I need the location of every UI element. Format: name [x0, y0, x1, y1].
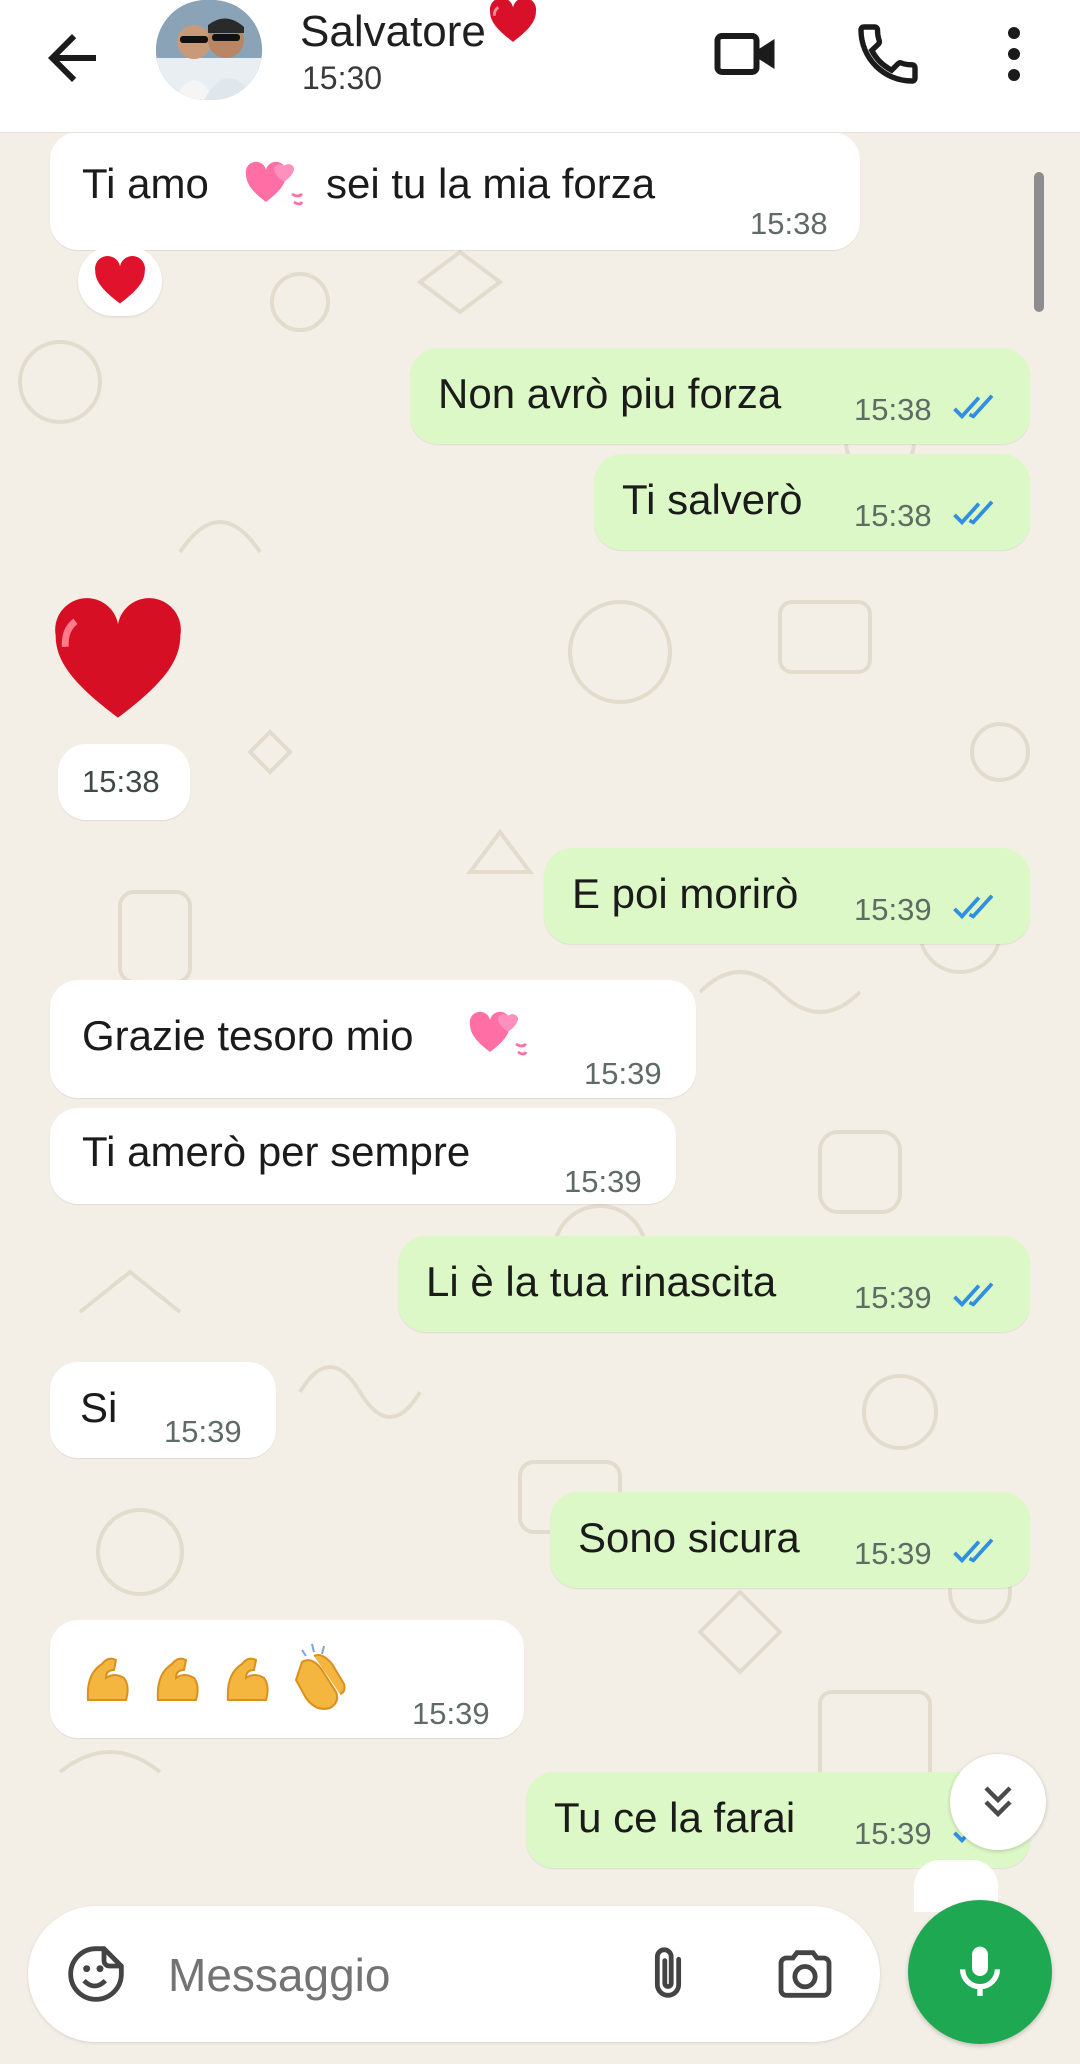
- message-time: 15:39: [412, 1696, 490, 1731]
- message-time: 15:39: [584, 1056, 662, 1091]
- avatar[interactable]: [156, 0, 262, 100]
- message-time: 15:39: [854, 1280, 932, 1315]
- message-bubble-incoming[interactable]: Ti amo sei tu la mia forza 15:38: [50, 132, 860, 250]
- message-bubble-incoming[interactable]: 15:39: [50, 1620, 524, 1738]
- contact-name-text: Salvatore: [300, 7, 486, 56]
- message-list[interactable]: Ti amo sei tu la mia forza 15:38 Non avr…: [0, 132, 1080, 1912]
- message-time: 15:38: [854, 392, 932, 427]
- message-time: 15:39: [854, 1816, 932, 1851]
- message-text: Tu ce la farai: [554, 1794, 796, 1841]
- message-text: Li è la tua rinascita: [426, 1258, 777, 1305]
- two-hearts-emoji: [469, 1011, 528, 1056]
- message-text: Grazie tesoro mio: [82, 1012, 414, 1059]
- message-text: E poi morirò: [572, 870, 799, 917]
- message-time: 15:39: [564, 1164, 642, 1199]
- scrollbar[interactable]: [1034, 172, 1044, 312]
- read-ticks-icon: [953, 394, 994, 420]
- message-composer[interactable]: Messaggio: [28, 1906, 880, 2042]
- message-time-chip: 15:38: [58, 744, 190, 820]
- message-bubble-outgoing[interactable]: Ti salverò 15:38: [594, 454, 1030, 550]
- last-seen-status: 15:30: [302, 60, 383, 96]
- message-time: 15:38: [82, 764, 160, 799]
- read-ticks-icon: [953, 894, 994, 920]
- message-text: Ti salverò: [622, 476, 803, 523]
- message-text: Si: [80, 1384, 118, 1431]
- message-bubble-outgoing[interactable]: E poi morirò 15:39: [544, 848, 1030, 944]
- message-bubble-incoming[interactable]: Ti amerò per sempre 15:39: [50, 1108, 676, 1204]
- two-hearts-emoji: [245, 161, 304, 206]
- message-text: Non avrò piu forza: [438, 370, 782, 417]
- phone-icon[interactable]: [852, 18, 924, 90]
- message-time: 15:39: [854, 892, 932, 927]
- flexed-biceps-x3-clapping-hands-emoji: [86, 1643, 346, 1710]
- message-time: 15:38: [854, 498, 932, 533]
- message-time: 15:38: [750, 206, 828, 241]
- mic-icon: [960, 1946, 1000, 1996]
- scroll-to-bottom-button[interactable]: [950, 1754, 1046, 1850]
- message-bubble-outgoing[interactable]: Non avrò piu forza 15:38: [410, 348, 1030, 444]
- read-ticks-icon: [953, 1282, 994, 1308]
- message-text: Ti amo: [82, 160, 209, 207]
- message-input[interactable]: Messaggio: [168, 1948, 390, 2002]
- big-heart-emoji[interactable]: [50, 598, 186, 724]
- camera-icon[interactable]: [772, 1942, 838, 2006]
- chat-header: Salvatore 15:30: [0, 0, 1080, 133]
- reaction-badge[interactable]: [78, 246, 162, 316]
- message-time: 15:39: [164, 1414, 242, 1449]
- message-bubble-incoming[interactable]: Si 15:39: [50, 1362, 276, 1458]
- message-bubble-outgoing[interactable]: Sono sicura 15:39: [550, 1492, 1030, 1588]
- message-text: Sono sicura: [578, 1514, 800, 1561]
- message-text-continued: sei tu la mia forza: [326, 160, 656, 207]
- video-call-icon[interactable]: [710, 18, 782, 90]
- message-text: Ti amerò per sempre: [82, 1128, 471, 1175]
- contact-name[interactable]: Salvatore: [300, 0, 538, 57]
- heart-emoji: [489, 0, 536, 42]
- read-ticks-icon: [953, 1538, 994, 1564]
- message-bubble-outgoing[interactable]: Li è la tua rinascita 15:39: [398, 1236, 1030, 1332]
- message-time: 15:39: [854, 1536, 932, 1571]
- heart-emoji: [95, 256, 145, 304]
- more-vertical-icon[interactable]: [978, 18, 1050, 90]
- message-bubble-incoming[interactable]: Grazie tesoro mio 15:39: [50, 980, 696, 1098]
- voice-message-button[interactable]: [908, 1900, 1052, 2044]
- attach-icon[interactable]: [636, 1942, 700, 2006]
- double-chevron-down-icon: [984, 1786, 1012, 1818]
- back-arrow-icon[interactable]: [36, 22, 108, 94]
- sticker-icon[interactable]: [64, 1942, 128, 2006]
- read-ticks-icon: [953, 500, 994, 526]
